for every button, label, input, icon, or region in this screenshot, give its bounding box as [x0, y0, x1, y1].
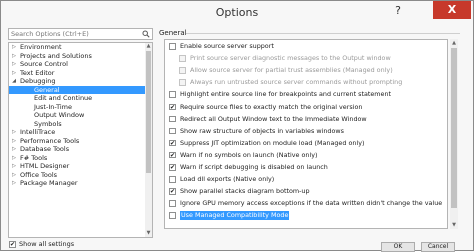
- tree-item-performance-tools[interactable]: ▷ Performance Tools: [9, 137, 147, 146]
- tree-item-label: Projects and Solutions: [20, 51, 92, 60]
- options-tree[interactable]: ▷ Environment ▷ Projects and Solutions ▷ Sour…: [8, 42, 153, 238]
- option-label: Use Managed Compatibility Mode: [180, 211, 290, 220]
- tree-item-just-in-time[interactable]: Just-In-Time: [9, 103, 147, 112]
- checkbox-box[interactable]: [169, 115, 176, 123]
- expand-arrow-icon[interactable]: ▷: [11, 69, 17, 78]
- collapse-arrow-icon[interactable]: ◢: [11, 77, 17, 86]
- tree-scroll-thumb[interactable]: [146, 51, 151, 173]
- tree-list: ▷ Environment ▷ Projects and Solutions ▷ Sour…: [9, 43, 147, 188]
- expand-arrow-icon[interactable]: ▷: [11, 171, 17, 180]
- option-label: Suppress JIT optimization on module load…: [180, 138, 365, 147]
- tree-scrollbar[interactable]: ▲ ▼: [145, 43, 152, 237]
- checkmark-icon[interactable]: ✔: [169, 188, 176, 195]
- checkbox-box[interactable]: [169, 127, 176, 135]
- close-button[interactable]: X: [433, 1, 471, 19]
- expand-arrow-icon[interactable]: ▷: [11, 145, 17, 154]
- option-label: Show parallel stacks diagram bottom-up: [180, 187, 310, 196]
- checkbox-box[interactable]: [169, 43, 176, 50]
- tree-item-label: Debugging: [20, 77, 56, 85]
- expand-arrow-icon[interactable]: ▷: [11, 52, 17, 61]
- option-label: Print source server diagnostic messages …: [190, 54, 391, 63]
- tree-item-label: HTML Designer: [20, 162, 70, 170]
- expand-arrow-icon[interactable]: ▷: [11, 137, 17, 146]
- checkmark-icon[interactable]: ✔: [169, 151, 176, 159]
- section-divider: [186, 33, 460, 34]
- tree-item-label: Output Window: [34, 111, 85, 119]
- options-scroll-thumb[interactable]: [451, 48, 457, 208]
- tree-item-label: Symbols: [34, 119, 62, 128]
- section-title: General: [159, 29, 187, 37]
- option-label: Ignore GPU memory access exceptions if t…: [180, 199, 443, 208]
- tree-item-label: Edit and Continue: [34, 94, 93, 102]
- tree-item-package-manager[interactable]: ▷ Package Manager: [9, 179, 147, 188]
- tree-item-debugging[interactable]: ◢ Debugging: [9, 77, 147, 86]
- scroll-up-icon[interactable]: ▲: [450, 39, 458, 47]
- tree-item-office-tools[interactable]: ▷ Office Tools: [9, 171, 147, 180]
- option-label: Highlight entire source line for breakpo…: [180, 90, 392, 99]
- tree-item-projects-and-solutions[interactable]: ▷ Projects and Solutions: [9, 52, 147, 61]
- tree-item-environment[interactable]: ▷ Environment: [9, 43, 147, 52]
- checkmark-icon[interactable]: ✔: [169, 164, 176, 171]
- tree-item-output-window[interactable]: Output Window: [9, 111, 147, 120]
- tree-item-label: Performance Tools: [20, 136, 80, 145]
- search-input[interactable]: [11, 29, 136, 39]
- checkbox-box[interactable]: [169, 91, 176, 98]
- tree-item-label: F# Tools: [20, 153, 48, 162]
- option-label: Redirect all Output Window text to the I…: [180, 114, 367, 123]
- option-label: Allow source server for partial trust as…: [190, 66, 393, 75]
- tree-item-label: Text Editor: [20, 68, 55, 77]
- expand-arrow-icon[interactable]: ▷: [11, 154, 17, 163]
- tree-item-label: Just-In-Time: [34, 102, 73, 111]
- options-dialog: Options ? X ▷Environment▷Projects and So…: [0, 0, 474, 252]
- expand-arrow-icon[interactable]: ▷: [11, 179, 17, 188]
- tree-item-label: General: [34, 85, 60, 94]
- tree-item-html-designer[interactable]: ▷ HTML Designer: [9, 162, 147, 171]
- tree-item-label: Office Tools: [20, 170, 58, 179]
- tree-item-database-tools[interactable]: ▷ Database Tools: [9, 145, 147, 154]
- checkbox-box: [179, 55, 186, 62]
- tree-item-general[interactable]: General: [9, 85, 147, 94]
- option-label: Show raw structure of objects in variabl…: [180, 126, 344, 135]
- checkbox-box[interactable]: [169, 212, 176, 219]
- options-scrollbar[interactable]: ▲ ▼: [450, 39, 458, 229]
- checkmark-icon[interactable]: ✔: [169, 139, 176, 147]
- tree-item-label: Source Control: [20, 60, 68, 68]
- checkbox-box: [179, 67, 186, 74]
- checkbox-box[interactable]: [169, 200, 176, 207]
- checkmark-icon[interactable]: ✔: [9, 241, 16, 248]
- tree-item-text-editor[interactable]: ▷ Text Editor: [9, 69, 147, 78]
- tree-item-symbols[interactable]: Symbols: [9, 120, 147, 129]
- tree-item-label: Database Tools: [20, 145, 70, 153]
- expand-arrow-icon[interactable]: ▷: [11, 128, 17, 137]
- tree-item-edit-and-continue[interactable]: Edit and Continue: [9, 94, 147, 103]
- show-all-settings-label: Show all settings: [19, 240, 75, 248]
- expand-arrow-icon[interactable]: ▷: [11, 162, 17, 171]
- scroll-up-icon[interactable]: ▲: [145, 43, 152, 50]
- tree-item-label: IntelliTrace: [20, 128, 56, 136]
- tree-item-intellitrace[interactable]: ▷ IntelliTrace: [9, 128, 147, 137]
- option-label: Load dll exports (Native only): [180, 175, 275, 184]
- option-label: Warn if script debugging is disabled on …: [180, 163, 328, 171]
- tree-item-f-tools[interactable]: ▷ F# Tools: [9, 154, 147, 163]
- checkbox-box[interactable]: [169, 176, 176, 183]
- tree-item-source-control[interactable]: ▷ Source Control: [9, 60, 147, 69]
- checkmark-icon[interactable]: ✔: [169, 103, 176, 110]
- expand-arrow-icon[interactable]: ▷: [11, 43, 17, 52]
- scroll-down-icon[interactable]: ▼: [450, 221, 458, 229]
- search-box[interactable]: [8, 28, 153, 40]
- search-icon[interactable]: [142, 30, 150, 38]
- tree-item-label: Environment: [20, 43, 62, 51]
- option-label: Require source files to exactly match th…: [180, 102, 363, 111]
- checkbox-box: [179, 79, 186, 86]
- option-label: Always run untrusted source server comma…: [190, 78, 403, 87]
- help-button[interactable]: ?: [389, 4, 407, 20]
- scroll-down-icon[interactable]: ▼: [145, 230, 152, 237]
- option-label: Enable source server support: [180, 42, 274, 50]
- expand-arrow-icon[interactable]: ▷: [11, 60, 17, 69]
- options-list: Enable source server support Print source…: [164, 39, 448, 229]
- title-bar[interactable]: Options ? X: [1, 1, 473, 25]
- option-label: Warn if no symbols on launch (Native onl…: [180, 150, 318, 159]
- tree-item-label: Package Manager: [20, 179, 78, 187]
